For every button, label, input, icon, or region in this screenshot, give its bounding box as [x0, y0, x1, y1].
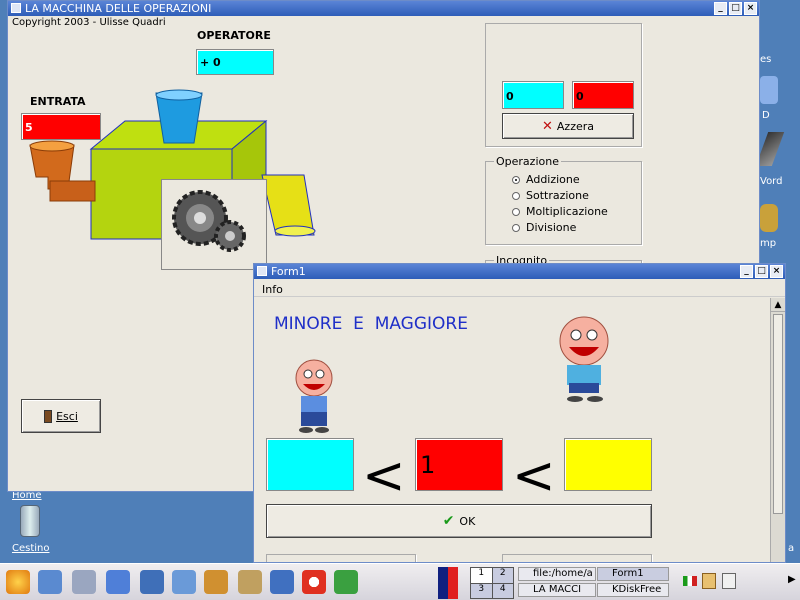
radio-divisione-label: Divisione [526, 221, 577, 234]
radio-moltiplicazione[interactable]: Moltiplicazione [512, 205, 608, 218]
form1-maximize-icon[interactable]: □ [755, 265, 768, 278]
x-icon: ✕ [541, 118, 553, 134]
azzera-button[interactable]: ✕ Azzera [502, 113, 634, 139]
form1-window: Form1 _ □ × Info MINORE E MAGGIORE < 1 <… [253, 263, 786, 563]
pager-desktop-3[interactable]: 3 [471, 583, 492, 598]
kwrite-icon[interactable] [270, 570, 294, 594]
color-bar-icon [438, 567, 458, 599]
less-than-1: < [362, 446, 406, 506]
big-boy-image [559, 316, 609, 402]
task-macchina[interactable]: LA MACCI [518, 583, 596, 597]
form1-heading: MINORE E MAGGIORE [274, 314, 468, 334]
form1-title: Form1 [271, 265, 306, 278]
taskbar-scroll-icon[interactable]: ▶ [788, 574, 796, 585]
task-macchina-label: LA MACCI [533, 584, 582, 595]
form1-titlebar[interactable]: Form1 _ □ × [254, 264, 785, 279]
calendar-icon[interactable] [722, 573, 736, 589]
gear-icon [172, 190, 246, 252]
task-form1[interactable]: Form1 [597, 567, 669, 581]
less-than-2: < [512, 446, 556, 506]
form1-menubar: Info [254, 280, 785, 297]
package-icon[interactable] [140, 570, 164, 594]
radio-divisione[interactable]: Divisione [512, 221, 576, 234]
desktop-icon[interactable] [38, 570, 62, 594]
small-boy-image [295, 359, 333, 433]
scroll-up-icon[interactable]: ▲ [771, 298, 785, 312]
result-left-field: 0 [502, 81, 564, 109]
maximize-icon[interactable]: □ [729, 2, 742, 15]
toolbox-icon[interactable] [334, 570, 358, 594]
close-icon[interactable]: × [744, 2, 757, 15]
browser-icon[interactable] [172, 570, 196, 594]
radio-moltiplicazione-label: Moltiplicazione [526, 205, 608, 218]
check-icon: ✔ [442, 513, 455, 529]
desktop-pager[interactable]: 1 2 3 4 [470, 567, 514, 599]
operatore-label: OPERATORE [197, 29, 271, 42]
copyright-text: Copyright 2003 - Ulisse Quadri [12, 17, 166, 28]
operazione-legend: Operazione [494, 155, 561, 168]
help-lifebuoy-icon[interactable] [302, 570, 326, 594]
radio-sottrazione-dot [512, 191, 520, 200]
radio-sottrazione-label: Sottrazione [526, 189, 589, 202]
form1-minimize-icon[interactable]: _ [740, 265, 753, 278]
desktop-icon-partial-2[interactable]: D [762, 110, 770, 121]
ok-label: OK [459, 514, 476, 528]
task-form1-label: Form1 [612, 568, 644, 579]
italian-flag-icon[interactable] [683, 576, 697, 586]
pen-icon[interactable] [755, 132, 785, 166]
task-kdiskfree[interactable]: KDiskFree [597, 583, 669, 597]
radio-sottrazione[interactable]: Sottrazione [512, 189, 589, 202]
box-middle[interactable]: 1 [415, 438, 503, 491]
taskbar: 1 2 3 4 file:/home/a Form1 LA MACCI KDis… [0, 563, 800, 600]
box-right[interactable] [564, 438, 652, 491]
pager-desktop-4[interactable]: 4 [492, 583, 513, 598]
minimize-icon[interactable]: _ [714, 2, 727, 15]
radio-addizione-dot [512, 175, 520, 184]
wrench-icon[interactable] [72, 570, 96, 594]
desktop-icon-partial-3[interactable]: Vord [760, 176, 782, 187]
cd-icon[interactable] [760, 76, 778, 104]
task-kdiskfree-label: KDiskFree [612, 584, 662, 595]
pager-desktop-1[interactable]: 1 [471, 568, 492, 583]
gimp-icon[interactable] [760, 204, 778, 232]
exit-door-icon [44, 409, 53, 423]
form1-bottom-group-left [266, 554, 416, 562]
menu-info[interactable]: Info [262, 283, 283, 296]
scroll-thumb[interactable] [773, 314, 783, 514]
trash-label[interactable]: Cestino [12, 543, 50, 554]
desktop-icon-partial-4[interactable]: mp [760, 238, 776, 249]
result-right-field: 0 [572, 81, 634, 109]
form1-close-icon[interactable]: × [770, 265, 783, 278]
radio-divisione-dot [512, 223, 520, 232]
pager-desktop-2[interactable]: 2 [492, 568, 513, 583]
task-file-browser[interactable]: file:/home/a [518, 567, 596, 581]
desktop-icon-partial-5[interactable]: a [788, 543, 794, 554]
kde-menu-icon[interactable] [6, 570, 30, 594]
azzera-label: Azzera [556, 119, 594, 133]
desktop-icon-partial-1[interactable]: es [760, 54, 771, 65]
main-window-title: LA MACCHINA DELLE OPERAZIONI [25, 2, 212, 15]
gear-panel [161, 179, 267, 270]
task-file-browser-label: file:/home/a [533, 568, 593, 579]
ok-button[interactable]: ✔ OK [266, 504, 652, 538]
esci-label: Esci [56, 409, 78, 423]
editor-icon[interactable] [238, 570, 262, 594]
radio-addizione-label: Addizione [526, 173, 580, 186]
radio-moltiplicazione-dot [512, 207, 520, 216]
box-left[interactable] [266, 438, 354, 491]
tools-icon[interactable] [204, 570, 228, 594]
clipboard-icon[interactable] [702, 573, 716, 589]
operatore-field: + 0 [196, 49, 274, 75]
form1-app-icon [257, 266, 267, 276]
app-icon [11, 3, 21, 13]
trash-icon[interactable] [20, 505, 40, 537]
home-folder-icon[interactable] [106, 570, 130, 594]
main-window-titlebar[interactable]: LA MACCHINA DELLE OPERAZIONI _ □ × [8, 1, 759, 16]
form1-scrollbar[interactable]: ▲ [770, 298, 785, 562]
esci-button[interactable]: Esci [21, 399, 101, 433]
radio-addizione[interactable]: Addizione [512, 173, 580, 186]
operazione-group: Operazione Addizione Sottrazione Moltipl… [485, 155, 642, 245]
form1-bottom-group-right [502, 554, 652, 562]
